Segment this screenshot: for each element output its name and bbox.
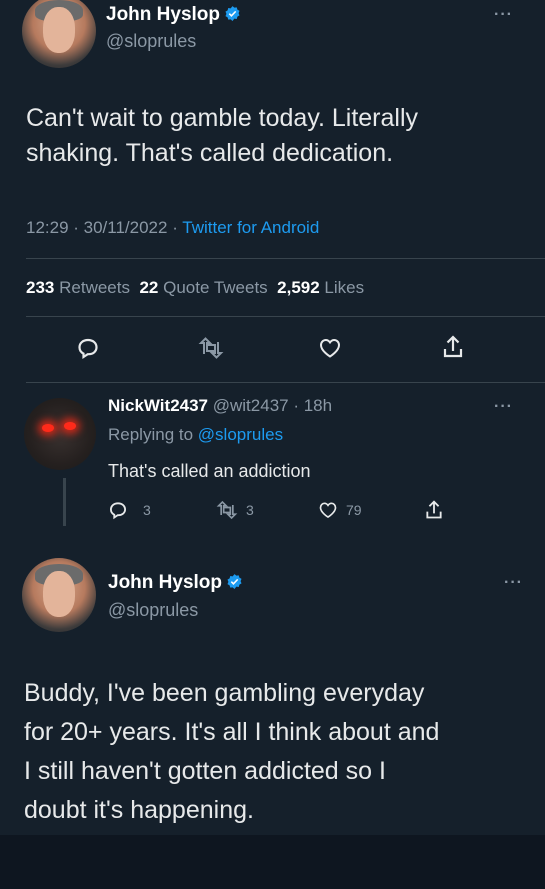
more-options-icon[interactable]: ··· bbox=[504, 574, 523, 592]
reply-author-name[interactable]: NickWit2437 bbox=[108, 396, 208, 415]
reply-handle-time[interactable]: @wit2437 · 18h bbox=[213, 396, 332, 415]
tweet-text-line: shaking. That's called dedication. bbox=[26, 139, 394, 167]
tweet-text-line: I still haven't gotten addicted so I bbox=[24, 757, 386, 785]
replying-to: Replying to @sloprules bbox=[108, 425, 283, 445]
author-row: John Hyslop bbox=[106, 4, 241, 26]
reply-author-row: NickWit2437 @wit2437 · 18h bbox=[108, 396, 332, 416]
author-name[interactable]: John Hyslop bbox=[108, 572, 222, 593]
verified-badge-icon bbox=[224, 5, 241, 22]
divider bbox=[26, 382, 545, 383]
retweets-count: 233 bbox=[26, 278, 55, 297]
likes-label: Likes bbox=[324, 278, 365, 297]
tweet-text-line: doubt it's happening. bbox=[24, 796, 254, 824]
retweets-label: Retweets bbox=[59, 278, 130, 297]
reply-icon[interactable] bbox=[76, 336, 100, 360]
reply-text: That's called an addiction bbox=[108, 461, 311, 481]
avatar[interactable] bbox=[22, 0, 96, 68]
retweet-icon[interactable] bbox=[198, 336, 224, 360]
tweet-text: Buddy, I've been gambling everyday for 2… bbox=[24, 674, 539, 830]
bottom-bar bbox=[0, 835, 545, 889]
divider bbox=[26, 258, 545, 259]
like-icon[interactable] bbox=[318, 336, 342, 360]
thread-line bbox=[63, 478, 66, 526]
source-link[interactable]: Twitter for Android bbox=[182, 218, 319, 237]
replying-handle-link[interactable]: @sloprules bbox=[198, 425, 283, 444]
quotes-stat[interactable]: 22 Quote Tweets bbox=[139, 278, 267, 297]
share-icon[interactable] bbox=[424, 499, 444, 521]
tweet-text-line: Can't wait to gamble today. Literally bbox=[26, 104, 419, 132]
tweet-text: Can't wait to gamble today. Literally sh… bbox=[26, 101, 536, 171]
share-icon[interactable] bbox=[441, 334, 465, 360]
likes-stat[interactable]: 2,592 Likes bbox=[277, 278, 364, 297]
avatar[interactable] bbox=[22, 558, 96, 632]
tweet-text-line: for 20+ years. It's all I think about an… bbox=[24, 718, 440, 746]
avatar[interactable] bbox=[24, 398, 96, 470]
like-count: 79 bbox=[346, 502, 362, 518]
tweet-text-line: Buddy, I've been gambling everyday bbox=[24, 679, 425, 707]
replying-prefix: Replying to bbox=[108, 425, 198, 444]
tweet-stats: 233 Retweets 22 Quote Tweets 2,592 Likes bbox=[26, 278, 364, 298]
timestamp[interactable]: 12:29 · 30/11/2022 · bbox=[26, 218, 182, 237]
reply-icon[interactable] bbox=[108, 500, 128, 520]
like-icon[interactable] bbox=[318, 500, 338, 520]
author-handle[interactable]: @sloprules bbox=[108, 600, 198, 621]
more-options-icon[interactable]: ··· bbox=[494, 398, 513, 416]
quotes-count: 22 bbox=[139, 278, 159, 297]
author-row: John Hyslop bbox=[108, 572, 243, 594]
divider bbox=[26, 316, 545, 317]
quotes-label: Quote Tweets bbox=[163, 278, 268, 297]
more-options-icon[interactable]: ··· bbox=[494, 6, 513, 24]
retweet-count: 3 bbox=[246, 502, 254, 518]
retweets-stat[interactable]: 233 Retweets bbox=[26, 278, 130, 297]
likes-count: 2,592 bbox=[277, 278, 320, 297]
author-handle[interactable]: @sloprules bbox=[106, 31, 196, 52]
reply-count: 3 bbox=[143, 502, 151, 518]
retweet-icon[interactable] bbox=[216, 500, 238, 520]
tweet-meta: 12:29 · 30/11/2022 · Twitter for Android bbox=[26, 218, 319, 238]
verified-badge-icon bbox=[226, 573, 243, 590]
author-name[interactable]: John Hyslop bbox=[106, 4, 220, 25]
